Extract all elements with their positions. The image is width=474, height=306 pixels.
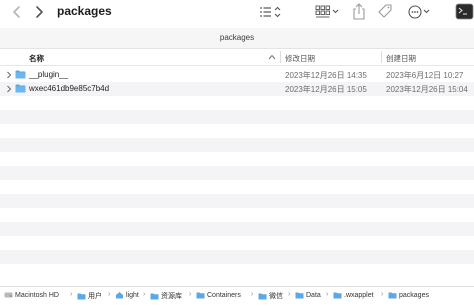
empty-row <box>0 264 474 278</box>
folder-icon <box>388 292 397 299</box>
breadcrumb-item[interactable]: 资源库 <box>150 291 182 301</box>
chevron-right-icon[interactable] <box>6 85 12 93</box>
group-button[interactable] <box>314 2 342 22</box>
folder-icon <box>150 293 159 300</box>
empty-row <box>0 96 474 110</box>
list-view-button[interactable] <box>258 2 284 22</box>
folder-icon <box>196 292 205 299</box>
empty-row <box>0 180 474 194</box>
empty-row <box>0 194 474 208</box>
folder-icon <box>77 293 86 300</box>
column-created-header[interactable]: 创建日期 <box>386 53 416 64</box>
chevron-right-icon[interactable] <box>6 71 12 79</box>
empty-row <box>0 208 474 222</box>
window-toolbar: packages <box>0 0 474 28</box>
file-modified: 2023年12月26日 15:05 <box>285 85 367 94</box>
folder-icon <box>258 293 267 300</box>
terminal-button[interactable] <box>455 3 474 23</box>
home-icon <box>116 292 123 299</box>
path-bar: Macintosh HD › 用户 › light › 资源库 › Contai… <box>0 286 474 306</box>
disk-icon <box>4 292 13 298</box>
breadcrumb-separator: › <box>326 291 329 298</box>
path-title: packages <box>219 33 255 42</box>
share-icon <box>353 3 365 20</box>
more-actions-button[interactable] <box>406 2 434 22</box>
tag-icon <box>378 4 392 18</box>
folder-icon <box>295 292 304 299</box>
breadcrumb-separator: › <box>288 291 291 298</box>
empty-row <box>0 124 474 138</box>
path-title-bar: packages <box>0 28 474 49</box>
empty-row <box>0 152 474 166</box>
chevron-right-icon <box>36 6 43 18</box>
breadcrumb-item[interactable]: Macintosh HD <box>4 291 59 299</box>
list-icon <box>260 6 281 18</box>
chevron-left-icon <box>13 6 20 18</box>
folder-icon <box>15 70 26 79</box>
breadcrumb-item[interactable]: Containers <box>196 291 241 299</box>
file-name: __plugin__ <box>29 70 69 79</box>
ellipsis-circle-icon <box>408 5 430 19</box>
breadcrumb-item[interactable]: 用户 <box>77 291 102 301</box>
file-modified: 2023年12月26日 14:35 <box>285 71 367 80</box>
grid-icon <box>315 5 339 18</box>
breadcrumb-separator: › <box>381 291 384 298</box>
file-name: wxec461db9e85c7b4d <box>29 84 110 93</box>
breadcrumb-separator: › <box>189 291 192 298</box>
list-item[interactable]: __plugin__ 2023年12月26日 14:35 2023年6月12日 … <box>0 68 474 82</box>
file-list: __plugin__ 2023年12月26日 14:35 2023年6月12日 … <box>0 66 474 286</box>
forward-button[interactable] <box>31 3 47 21</box>
file-created: 2023年6月12日 10:27 <box>386 71 464 80</box>
breadcrumb-item[interactable]: 微信 <box>258 291 283 301</box>
share-button[interactable] <box>350 2 368 22</box>
column-divider[interactable] <box>280 51 281 63</box>
folder-icon <box>333 292 342 299</box>
breadcrumb-item[interactable]: light <box>115 291 139 299</box>
column-modified-header[interactable]: 修改日期 <box>285 53 315 64</box>
empty-row <box>0 236 474 250</box>
column-divider[interactable] <box>381 51 382 63</box>
breadcrumb-separator: › <box>108 291 111 298</box>
breadcrumb-separator: › <box>70 291 73 298</box>
folder-icon <box>15 84 26 93</box>
sort-ascending-icon <box>268 54 276 60</box>
breadcrumb-item[interactable]: packages <box>388 291 429 299</box>
empty-row <box>0 250 474 264</box>
tag-button[interactable] <box>376 2 394 22</box>
back-button[interactable] <box>9 3 25 21</box>
file-created: 2023年12月26日 15:04 <box>386 85 468 94</box>
breadcrumb-separator: › <box>251 291 254 298</box>
breadcrumb-item[interactable]: Data <box>295 291 321 299</box>
column-name-header[interactable]: 名称 <box>29 53 44 64</box>
list-item[interactable]: wxec461db9e85c7b4d 2023年12月26日 15:05 202… <box>0 82 474 96</box>
window-title: packages <box>57 4 112 18</box>
empty-row <box>0 110 474 124</box>
empty-row <box>0 166 474 180</box>
breadcrumb-separator: › <box>143 291 146 298</box>
breadcrumb-item[interactable]: .wxapplet <box>333 291 374 299</box>
column-header: 名称 修改日期 创建日期 <box>0 49 474 66</box>
terminal-icon <box>455 3 474 20</box>
empty-row <box>0 138 474 152</box>
empty-row <box>0 222 474 236</box>
